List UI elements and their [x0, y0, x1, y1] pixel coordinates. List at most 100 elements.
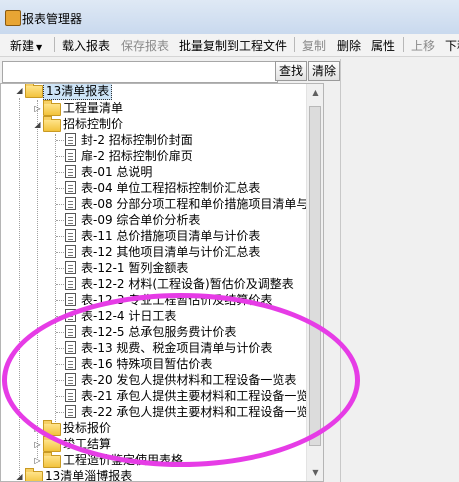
expand-icon[interactable]: ▷: [33, 456, 42, 465]
tree-item-label: 表-12 其他项目清单与计价汇总表: [81, 245, 261, 259]
tree-item[interactable]: 表-21 承包人提供主要材料和工程设备一览表: [1, 388, 320, 404]
app-icon: [5, 10, 21, 26]
tree-root[interactable]: ◢ 13清单报表: [1, 84, 301, 100]
tree-connector: [56, 236, 64, 237]
tree-connector: [56, 284, 64, 285]
tree-root-label: 13清单报表: [43, 84, 113, 100]
scroll-down-icon[interactable]: ▼: [307, 464, 323, 481]
tree-item[interactable]: 表-20 发包人提供材料和工程设备一览表: [1, 372, 306, 388]
tree-connector: [56, 412, 64, 413]
tree-connector: [56, 332, 64, 333]
tree-item-label: 表-12-4 计日工表: [81, 309, 177, 323]
report-icon: [65, 261, 76, 274]
toolbar-divider: [54, 37, 55, 52]
tree-item[interactable]: 表-12-1 暂列金额表: [1, 260, 306, 276]
tree-item[interactable]: 表-09 综合单价分析表: [1, 212, 306, 228]
tree-connector: [56, 204, 64, 205]
move-down-button[interactable]: 下移: [445, 37, 459, 54]
find-button[interactable]: 查找: [275, 61, 307, 81]
copy-button[interactable]: 复制: [302, 37, 326, 54]
expand-icon[interactable]: ▷: [33, 440, 42, 449]
properties-button[interactable]: 属性: [371, 37, 395, 54]
delete-button[interactable]: 删除: [337, 37, 361, 54]
tree-item-label: 表-08 分部分项工程和单价措施项目清单与计: [81, 197, 321, 211]
report-icon: [65, 293, 76, 306]
report-icon: [65, 389, 76, 402]
tree-item-label: 扉-2 招标控制价扉页: [81, 149, 193, 163]
folder-icon: [43, 420, 61, 436]
collapse-icon[interactable]: ◢: [15, 472, 24, 481]
tree-folder-label: 工程造价鉴定使用表格: [63, 453, 184, 467]
new-label: 新建: [10, 39, 35, 53]
tree-item[interactable]: 表-16 特殊项目暂估价表: [1, 356, 306, 372]
tree-item-label: 表-12-2 材料(工程设备)暂估价及调整表: [81, 277, 294, 291]
tree-item[interactable]: 表-11 总价措施项目清单与计价表: [1, 228, 306, 244]
tree-connector: [56, 348, 64, 349]
tree-item[interactable]: 表-08 分部分项工程和单价措施项目清单与计: [1, 196, 320, 212]
tree-item-label: 表-09 综合单价分析表: [81, 213, 201, 227]
report-icon: [65, 325, 76, 338]
tree-connector: [56, 220, 64, 221]
report-icon: [65, 373, 76, 386]
folder-icon: [43, 436, 61, 452]
collapse-icon[interactable]: ◢: [33, 120, 42, 129]
window-title: 报表管理器: [22, 12, 83, 26]
tree-item[interactable]: 表-12-5 总承包服务费计价表: [1, 324, 306, 340]
tree-item-label: 表-13 规费、税金项目清单与计价表: [81, 341, 273, 355]
clear-button[interactable]: 清除: [308, 61, 340, 81]
tree-item[interactable]: 扉-2 招标控制价扉页: [1, 148, 306, 164]
tree-item[interactable]: 表-12-2 材料(工程设备)暂估价及调整表: [1, 276, 306, 292]
tree-connector: [56, 316, 64, 317]
report-icon: [65, 357, 76, 370]
tree-item-label: 表-12-3 专业工程暂估价及结算价表: [81, 293, 273, 307]
folder-open-icon: [25, 84, 43, 98]
tree-item[interactable]: 表-12 其他项目清单与计价汇总表: [1, 244, 306, 260]
tree-folder[interactable]: ▷ 工程量清单: [1, 100, 301, 116]
tree-folder[interactable]: ◢ 招标控制价: [1, 116, 301, 132]
tree-item[interactable]: 表-01 总说明: [1, 164, 306, 180]
report-icon: [65, 245, 76, 258]
tree-item-label: 表-04 单位工程招标控制价汇总表: [81, 181, 261, 195]
tree-item[interactable]: 表-13 规费、税金项目清单与计价表: [1, 340, 306, 356]
tree-item-label: 表-12-1 暂列金额表: [81, 261, 189, 275]
toolbar-divider: [403, 37, 404, 52]
expand-icon[interactable]: ▷: [33, 104, 42, 113]
tree-item-label: 表-12-5 总承包服务费计价表: [81, 325, 237, 339]
collapse-icon[interactable]: ◢: [15, 86, 24, 95]
tree-item[interactable]: 表-12-3 专业工程暂估价及结算价表: [1, 292, 306, 308]
save-report-button[interactable]: 保存报表: [121, 37, 169, 54]
move-up-button[interactable]: 上移: [411, 37, 435, 54]
new-button[interactable]: 新建 ▼: [10, 37, 42, 54]
tree-folder-label: 竣工结算: [63, 437, 112, 451]
tree-folder[interactable]: ▷ 工程造价鉴定使用表格: [1, 452, 301, 468]
scroll-up-icon[interactable]: ▲: [307, 84, 323, 101]
import-report-button[interactable]: 载入报表: [62, 37, 110, 54]
tree-item-label: 表-11 总价措施项目清单与计价表: [81, 229, 261, 243]
tree-item-label: 封-2 招标控制价封面: [81, 133, 193, 147]
report-icon: [65, 341, 76, 354]
report-tree[interactable]: ◢ 13清单报表 ▷ 工程量清单 ◢ 招标控制价 封-2 招标控制价封面 扉-2…: [0, 83, 324, 482]
tree-connector: [56, 172, 64, 173]
tree-item[interactable]: 表-12-4 计日工表: [1, 308, 306, 324]
tree-root[interactable]: ◢ 13清单淄博报表: [1, 468, 301, 481]
report-icon: [65, 197, 76, 210]
tree-connector: [56, 268, 64, 269]
report-icon: [65, 133, 76, 146]
toolbar: 新建▼ 载入报表 保存报表 批量复制到工程文件 复制 删除 属性 上移 下移: [0, 34, 459, 57]
tree-item[interactable]: 表-22 承包人提供主要材料和工程设备一览表: [1, 404, 320, 420]
tree-folder[interactable]: ▷ 投标报价: [1, 420, 301, 436]
search-bar: 查找 清除: [0, 59, 340, 83]
chevron-down-icon: ▼: [36, 43, 43, 52]
tree-folder[interactable]: ▷ 竣工结算: [1, 436, 301, 452]
expand-icon[interactable]: ▷: [33, 424, 42, 433]
tree-item[interactable]: 封-2 招标控制价封面: [1, 132, 306, 148]
report-icon: [65, 149, 76, 162]
tree-connector: [56, 252, 64, 253]
tree-item-label: 表-01 总说明: [81, 165, 153, 179]
batch-copy-button[interactable]: 批量复制到工程文件: [179, 37, 287, 54]
tree-item[interactable]: 表-04 单位工程招标控制价汇总表: [1, 180, 306, 196]
search-input[interactable]: [2, 61, 278, 83]
scroll-thumb[interactable]: [309, 106, 321, 446]
vertical-scrollbar[interactable]: ▲ ▼: [306, 84, 323, 481]
toolbar-divider: [294, 37, 295, 52]
